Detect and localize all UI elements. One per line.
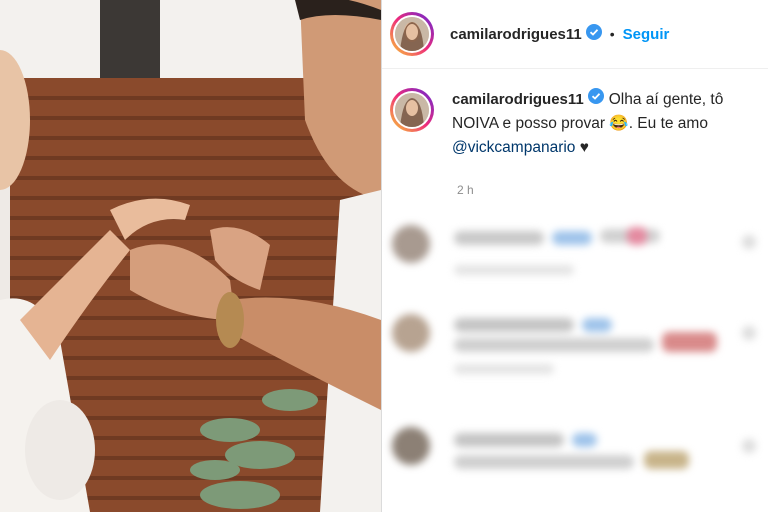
blurred-avatar: [392, 314, 430, 352]
avatar-ring: [393, 15, 431, 53]
header-username[interactable]: camilarodrigues11: [450, 26, 582, 43]
blurred-emoji: [627, 227, 647, 245]
avatar-photo: [395, 93, 429, 127]
follow-button[interactable]: Seguir: [623, 26, 670, 43]
laughing-emoji: 😂: [609, 115, 629, 133]
caption-body-end: . Eu te amo: [628, 115, 708, 133]
blurred-comment: [382, 292, 768, 374]
post-photo: [0, 0, 381, 512]
blurred-text: [572, 433, 597, 447]
blurred-text: [454, 433, 564, 447]
blurred-emoji: [644, 451, 689, 469]
avatar-face-illustration: [395, 93, 429, 127]
blurred-avatar: [392, 427, 430, 465]
avatar-face-illustration: [395, 17, 429, 51]
instagram-post-panel: camilarodrigues11 • Seguir camilarodrigu…: [381, 0, 768, 512]
blurred-text: [454, 455, 634, 469]
blurred-like: [742, 235, 756, 249]
blurred-meta: [454, 364, 554, 374]
blurred-emoji: [662, 332, 717, 352]
engagement-photo-illustration: [0, 0, 381, 512]
blurred-comment: [382, 205, 768, 285]
caption-username[interactable]: camilarodrigues11: [452, 91, 584, 108]
heart-icon: ♥: [579, 139, 589, 157]
blurred-text: [454, 318, 574, 332]
post-caption: camilarodrigues11 Olha aí gente, tô NOIVA…: [387, 88, 752, 160]
header-avatar[interactable]: [390, 12, 434, 56]
post-timestamp[interactable]: 2 h: [457, 183, 474, 197]
caption-avatar[interactable]: [390, 88, 434, 132]
blurred-meta: [454, 265, 574, 275]
mention-link[interactable]: @vickcampanario: [452, 139, 575, 156]
avatar-ring: [393, 91, 431, 129]
verified-badge-icon: [585, 23, 602, 45]
verified-badge-icon: [587, 88, 604, 112]
caption-text: camilarodrigues11 Olha aí gente, tô NOIVA…: [452, 88, 752, 160]
blurred-comment: [382, 405, 768, 485]
blurred-text: [454, 338, 654, 352]
blurred-text: [454, 231, 544, 245]
blurred-text: [552, 231, 592, 245]
avatar-photo: [395, 17, 429, 51]
blurred-like: [742, 326, 756, 340]
header-separator-dot: •: [609, 26, 615, 42]
blurred-like: [742, 439, 756, 453]
blurred-avatar: [392, 225, 430, 263]
blurred-text: [582, 318, 612, 332]
post-header: camilarodrigues11 • Seguir: [382, 0, 768, 69]
